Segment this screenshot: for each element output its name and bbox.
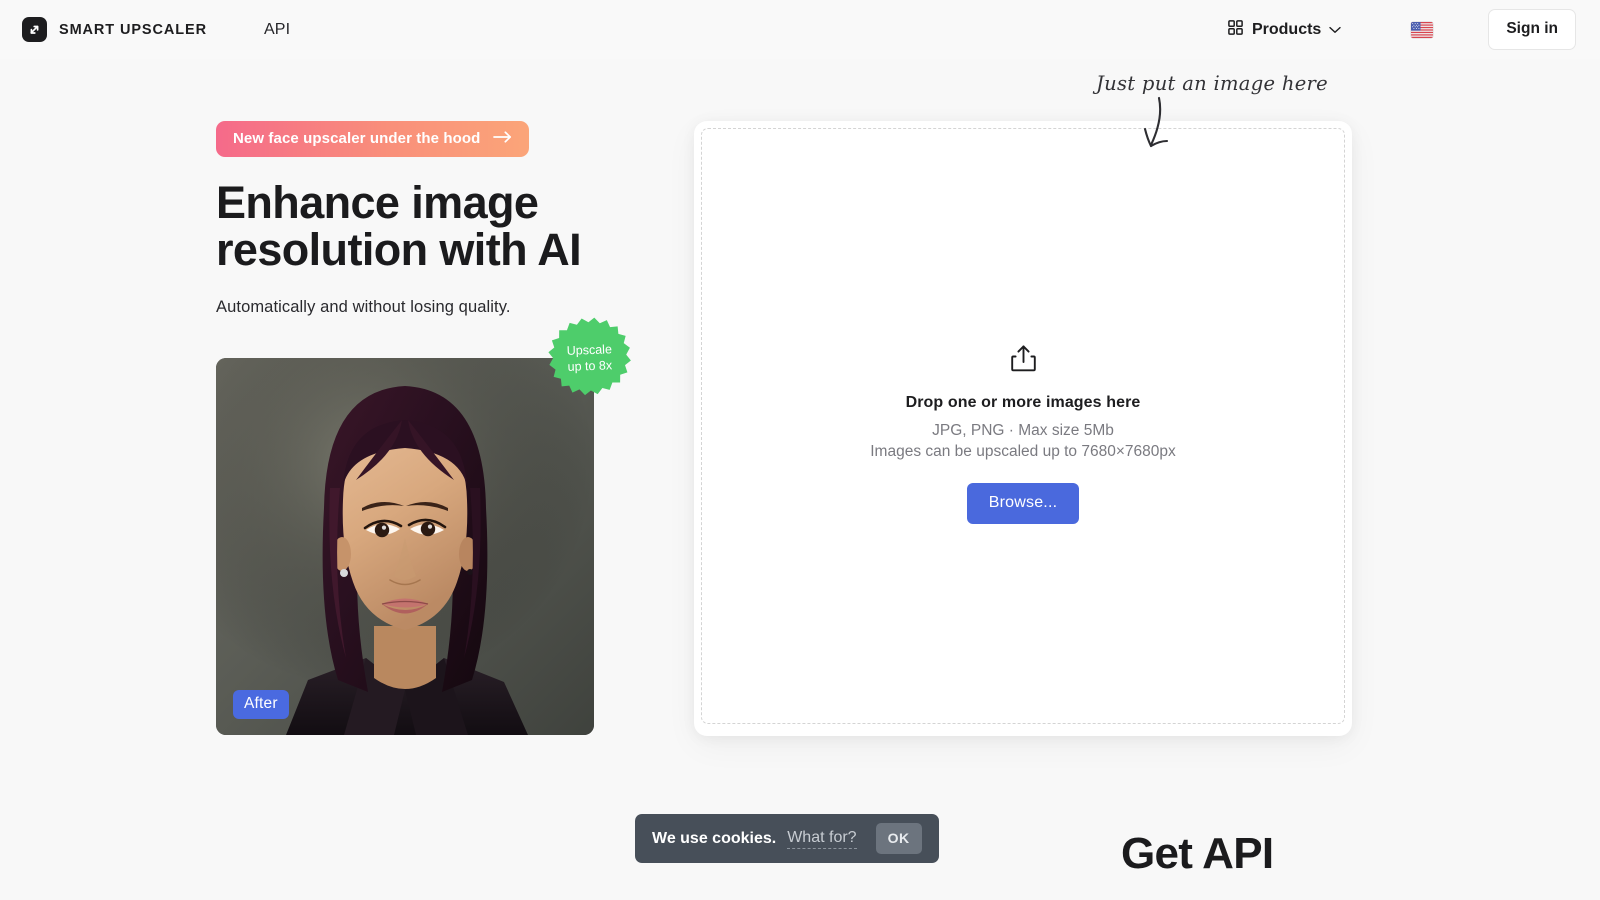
hand-annotation: Just put an image here	[1096, 72, 1396, 148]
dropzone-formats: JPG, PNG · Max size 5Mb	[932, 422, 1114, 439]
after-label-badge: After	[233, 690, 289, 719]
header-actions: Products Sign in	[1228, 9, 1576, 50]
expand-arrow-icon	[22, 17, 47, 42]
grid-icon	[1228, 19, 1243, 40]
upscale-badge-text: Upscale up to 8x	[567, 341, 613, 375]
dropzone-content: Drop one or more images here JPG, PNG · …	[694, 345, 1352, 524]
page-subtitle: Automatically and without losing quality…	[216, 298, 511, 316]
promo-banner-button[interactable]: New face upscaler under the hood	[216, 121, 530, 157]
site-header: SMART UPSCALER API Products Sign in	[0, 0, 1600, 59]
cookie-banner: We use cookies. What for? OK	[635, 814, 939, 863]
get-api-heading: Get API	[1121, 829, 1274, 878]
promo-label: New face upscaler under the hood	[233, 130, 481, 147]
dropzone-limits: Images can be upscaled up to 7680×7680px	[870, 443, 1176, 460]
upscale-badge: Upscale up to 8x	[540, 308, 640, 408]
upload-share-icon	[1010, 345, 1036, 377]
hero-left-column: New face upscaler under the hood Enhance…	[216, 121, 716, 735]
page-title: Enhance image resolution with AI	[216, 177, 582, 275]
sample-image-block: After Upscale up to 8x	[216, 317, 631, 735]
browse-button[interactable]: Browse...	[966, 483, 1080, 524]
sample-portrait-image: After	[216, 358, 594, 735]
sign-in-button[interactable]: Sign in	[1488, 9, 1576, 50]
brand-name: SMART UPSCALER	[59, 21, 207, 38]
cookie-ok-button[interactable]: OK	[875, 823, 922, 854]
nav-link-api[interactable]: API	[264, 21, 290, 39]
cookie-what-for-link[interactable]: What for?	[787, 829, 857, 849]
dropzone-title: Drop one or more images here	[905, 394, 1141, 411]
upload-dropzone-card[interactable]: Drop one or more images here JPG, PNG · …	[694, 121, 1352, 736]
us-flag-icon[interactable]	[1411, 21, 1434, 38]
upscale-badge-line2: up to 8x	[567, 358, 613, 374]
products-menu[interactable]: Products	[1228, 19, 1342, 40]
brand-logo[interactable]: SMART UPSCALER	[22, 17, 207, 42]
annotation-text: Just put an image here	[1096, 72, 1329, 95]
chevron-down-icon	[1329, 21, 1342, 39]
products-label: Products	[1251, 20, 1322, 38]
cookie-message: We use cookies.	[652, 829, 777, 847]
upscale-badge-line1: Upscale	[566, 342, 613, 358]
arrow-right-icon	[493, 130, 512, 147]
